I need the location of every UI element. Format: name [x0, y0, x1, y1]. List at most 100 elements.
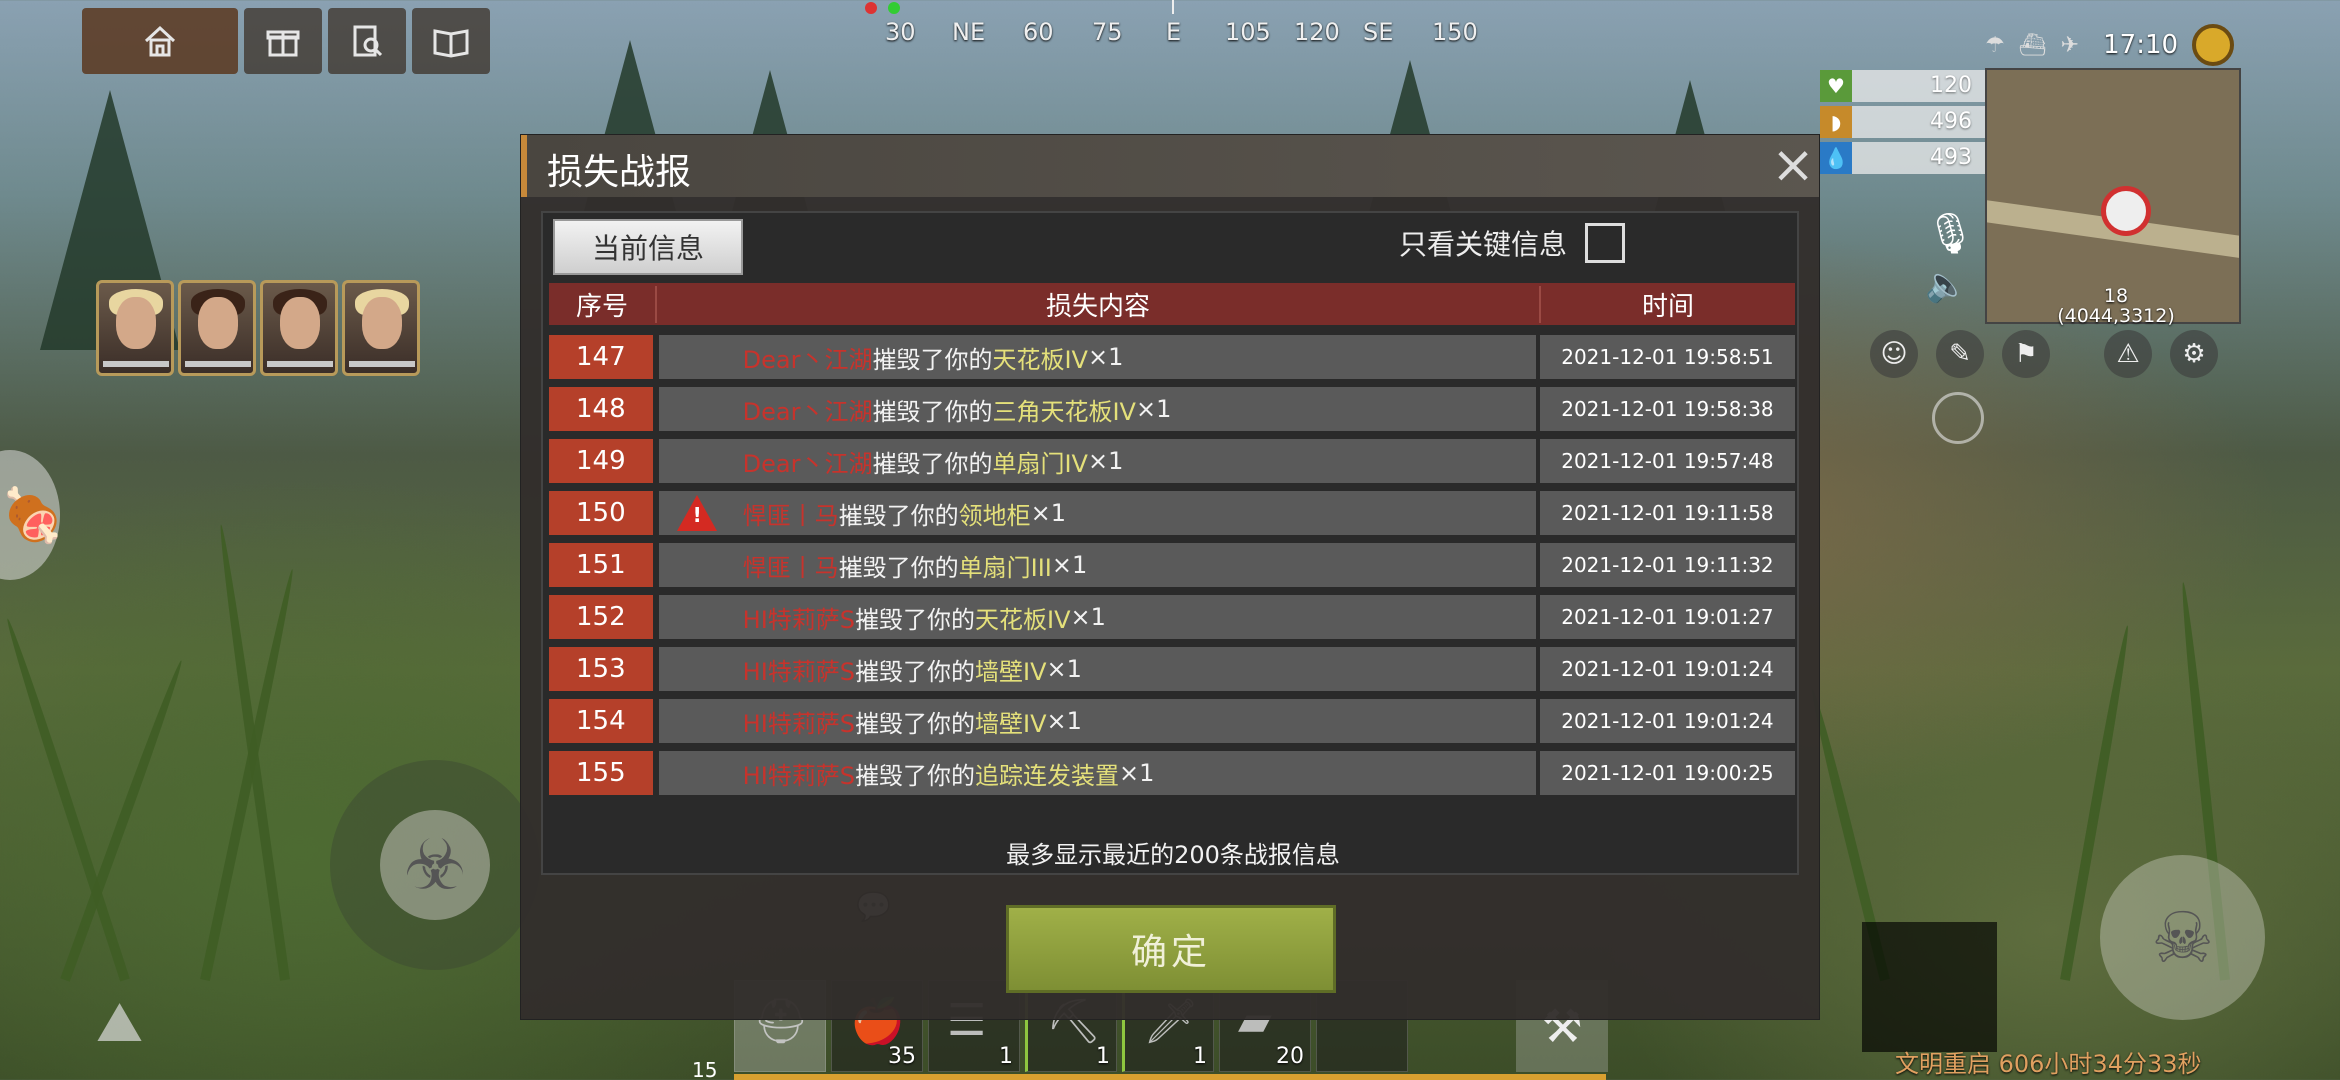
player-name: Dear丶江湖	[742, 449, 873, 478]
home-button[interactable]	[82, 8, 238, 74]
preview-box	[1862, 922, 1997, 1052]
flag-icon[interactable]: ⚑	[2002, 330, 2050, 378]
dialog-title: 损失战报	[547, 152, 692, 193]
item-qty: ×1	[1070, 603, 1106, 631]
row-time: 2021-12-01 19:58:38	[1539, 387, 1795, 431]
portrait-health-bar	[349, 361, 415, 367]
item-name: 天花板IV	[975, 605, 1071, 634]
table-row: 152 HI特莉萨S 摧毁了你的 天花板IV ×1 2021-12-01 19:01:27	[549, 595, 1795, 639]
mic-muted-icon[interactable]: 🎙	[1925, 210, 1976, 257]
header-seq: 序号	[549, 285, 657, 323]
portrait-health-bar	[267, 361, 333, 367]
pencil-icon[interactable]: ✎	[1936, 330, 1984, 378]
action-button[interactable]: ☠	[2100, 855, 2265, 1020]
gift-button[interactable]	[244, 8, 322, 74]
teammate-portrait[interactable]	[260, 280, 338, 376]
food-stat: ◗ 496	[1820, 106, 1986, 138]
row-seq: 147	[549, 335, 653, 379]
food-value: 496	[1852, 106, 1986, 138]
compass-tick	[1172, 0, 1174, 14]
team-portraits	[96, 280, 420, 376]
tab-current-info[interactable]: 当前信息	[553, 219, 743, 275]
row-action: 摧毁了你的	[838, 501, 959, 530]
player-marker-icon	[2101, 186, 2151, 236]
row-action: 摧毁了你的	[855, 709, 975, 738]
teammate-portrait[interactable]	[342, 280, 420, 376]
report-panel: 当前信息 只看关键信息 序号 损失内容 时间 147 Dear丶江湖 摧毁了你的 天花…	[541, 211, 1799, 875]
table-row: 147 Dear丶江湖 摧毁了你的 天花板IV ×1 2021-12-01 19:58:5…	[549, 335, 1795, 379]
mask-icon[interactable]: ☺	[1870, 330, 1918, 378]
player-name: HI特莉萨S	[742, 657, 855, 686]
confirm-button[interactable]: 确定	[1006, 905, 1336, 993]
row-time: 2021-12-01 19:01:27	[1539, 595, 1795, 639]
row-content: 悍匪丨马摧毁了你的领地柜×1	[658, 491, 1536, 535]
item-qty: ×1	[1119, 759, 1155, 787]
compass-label: E	[1166, 18, 1182, 46]
ship-icon[interactable]: ⛴	[2019, 33, 2047, 58]
table-row: 153 HI特莉萨S 摧毁了你的 墙壁IV ×1 2021-12-01 19:01:24	[549, 647, 1795, 691]
vital-stats: ♥ 120 ◗ 496 💧 493	[1820, 70, 1986, 178]
slot-count: 1	[1096, 1044, 1110, 1069]
minimap-coordinates: (4044,3312)	[2057, 305, 2175, 327]
row-action: 摧毁了你的	[855, 657, 975, 686]
row-seq: 148	[549, 387, 653, 431]
plane-icon[interactable]: ✈	[2061, 33, 2079, 58]
grass-blade	[200, 568, 298, 982]
item-qty: ×1	[1087, 447, 1124, 475]
key-info-checkbox[interactable]	[1585, 223, 1626, 263]
item-qty: ×1	[1046, 655, 1082, 683]
hud-icon-row: ☺ ✎ ⚑ ⚠ ⚙	[1870, 330, 2218, 378]
player-name: HI特莉萨S	[742, 709, 855, 738]
warning-icon[interactable]: ⚠	[2104, 330, 2152, 378]
settings-gear-icon[interactable]: ⚙	[2170, 330, 2218, 378]
table-row: 149 Dear丶江湖 摧毁了你的 单扇门IV ×1 2021-12-01 19:57:4…	[549, 439, 1795, 483]
row-time: 2021-12-01 19:57:48	[1539, 439, 1795, 483]
table-header: 序号 损失内容 时间	[549, 283, 1795, 325]
key-info-label: 只看关键信息	[1399, 228, 1568, 261]
row-seq: 149	[549, 439, 653, 483]
table-row: 151 悍匪丨马 摧毁了你的 单扇门III ×1 2021-12-01 19:11:32	[549, 543, 1795, 587]
search-doc-button[interactable]	[328, 8, 406, 74]
movement-joystick[interactable]: ☣	[330, 760, 540, 970]
table-row: 148 Dear丶江湖 摧毁了你的 三角天花板IV ×1 2021-12-01 19:58…	[549, 387, 1795, 431]
row-time: 2021-12-01 19:01:24	[1539, 647, 1795, 691]
book-button[interactable]	[412, 8, 490, 74]
dialog-header: 损失战报 ×	[521, 135, 1819, 197]
health-value: 120	[1852, 70, 1986, 102]
row-seq: 150	[549, 491, 653, 535]
compass-marker-icon	[888, 2, 900, 14]
water-value: 493	[1852, 142, 1986, 174]
civilization-reset-timer: 文明重启 606小时34分33秒	[1895, 1050, 2202, 1078]
biohazard-icon: ☣	[380, 810, 490, 920]
portrait-health-bar	[185, 361, 251, 367]
item-qty: ×1	[1135, 395, 1172, 423]
book-icon	[433, 29, 469, 58]
header-content: 损失内容	[657, 285, 1541, 323]
row-action: 摧毁了你的	[855, 605, 975, 634]
hotbar-total: 15	[692, 1058, 718, 1080]
speaker-icon[interactable]: 🔈	[1925, 265, 1967, 305]
key-info-filter[interactable]: 只看关键信息	[1399, 223, 1626, 263]
row-seq: 152	[549, 595, 653, 639]
player-name: Dear丶江湖	[742, 345, 873, 374]
slot-count: 1	[1193, 1044, 1207, 1069]
row-action: 摧毁了你的	[838, 553, 959, 582]
item-qty: ×1	[1051, 551, 1088, 579]
portrait-face	[280, 297, 320, 349]
home-icon	[144, 25, 176, 57]
teammate-portrait[interactable]	[96, 280, 174, 376]
teammate-portrait[interactable]	[178, 280, 256, 376]
row-seq: 154	[549, 699, 653, 743]
compass-label: 150	[1432, 18, 1478, 46]
row-seq: 153	[549, 647, 653, 691]
close-icon[interactable]: ×	[1771, 139, 1815, 191]
compass: 30 NE 60 75 E 105 120 SE 150	[860, 0, 1480, 60]
item-name: 追踪连发装置	[975, 761, 1119, 790]
row-content: 悍匪丨马 摧毁了你的 单扇门III ×1	[658, 543, 1536, 587]
food-icon: ◗	[1820, 106, 1852, 138]
map-toggle-icon[interactable]: ⛰	[96, 990, 143, 1056]
search-doc-icon	[353, 25, 383, 57]
airdrop-icon[interactable]: ☂	[1985, 33, 2005, 58]
loss-report-dialog: 损失战报 × 当前信息 只看关键信息 序号 损失内容 时间 147 Dear丶江湖…	[520, 134, 1820, 1020]
player-name: HI特莉萨S	[742, 761, 855, 790]
